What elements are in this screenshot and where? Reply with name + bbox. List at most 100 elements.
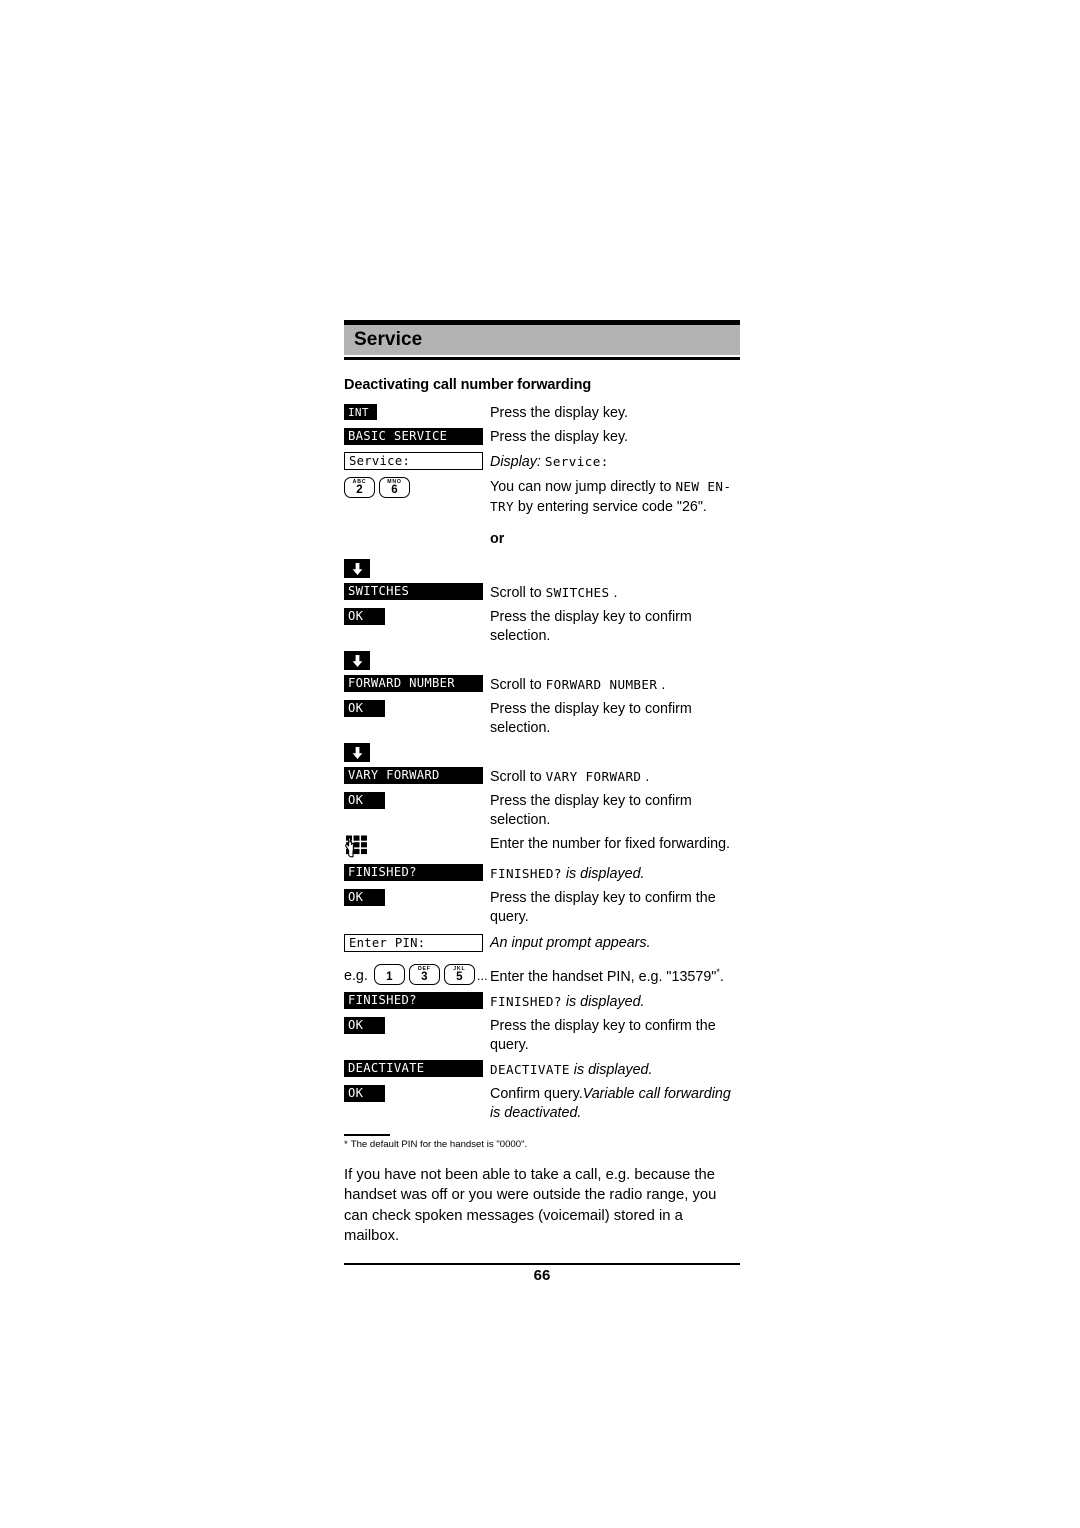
text-is-displayed: is displayed.	[569, 1062, 653, 1078]
step-text: Enter the handset PIN, e.g. "13579"*.	[490, 963, 740, 987]
step-row: INT Press the display key.	[344, 403, 740, 423]
header-band: Service	[344, 325, 740, 355]
step-key-cell	[344, 558, 490, 578]
key-3[interactable]: DEF 3	[408, 964, 440, 985]
step-text: Press the display key to confirm the que…	[490, 890, 716, 925]
display-key-ok[interactable]: OK	[344, 1085, 385, 1102]
display-key-int[interactable]: INT	[344, 404, 377, 420]
step-row-or: or	[344, 521, 740, 558]
down-arrow-icon[interactable]	[344, 559, 370, 578]
step-row: e.g. 1 DEF 3 JKL 5 ... Enter the handset…	[344, 963, 740, 987]
step-text: Press the display key.	[490, 429, 628, 445]
step-key-cell: OK	[344, 888, 490, 906]
key-1[interactable]: 1	[373, 964, 405, 985]
text-prefix: Scroll to	[490, 769, 546, 785]
key-6[interactable]: MNO 6	[379, 477, 410, 498]
display-key-ok[interactable]: OK	[344, 889, 385, 906]
display-bar-finished[interactable]: FINISHED?	[344, 992, 483, 1009]
lcd-switches: SWITCHES	[545, 585, 610, 600]
text-suffix: .	[641, 769, 650, 785]
display-box-enter-pin: Enter PIN:	[344, 934, 483, 952]
step-row: ABC 2 MNO 6 You can now jump directly to…	[344, 476, 740, 517]
step-row: OK Press the display key to confirm the …	[344, 888, 740, 927]
lcd-finished: FINISHED?	[490, 994, 562, 1009]
down-arrow-icon[interactable]	[344, 651, 370, 670]
text-prefix: Scroll to	[490, 677, 546, 693]
step-key-cell: Service:	[344, 451, 490, 470]
step-text: Press the display key to confirm selecti…	[490, 609, 692, 644]
keypad-keys-pin[interactable]: 1 DEF 3 JKL 5	[373, 964, 475, 985]
step-text: Scroll to SWITCHES .	[490, 582, 740, 603]
step-row: OK Confirm query.Variable call forwardin…	[344, 1084, 740, 1123]
lcd-deactivate: DEACTIVATE	[490, 1062, 570, 1077]
step-key-cell: Enter PIN:	[344, 933, 490, 952]
section-heading: Deactivating call number forwarding	[344, 377, 592, 393]
key-digit: 6	[391, 484, 398, 496]
step-key-cell: OK	[344, 1084, 490, 1102]
display-key-ok[interactable]: OK	[344, 792, 385, 809]
step-text-empty	[490, 742, 740, 743]
step-key-cell: BASIC SERVICE	[344, 427, 490, 445]
step-text: Press the display key.	[490, 405, 628, 421]
or-cell: or	[490, 521, 740, 558]
step-text: You can now jump directly to NEW EN- TRY…	[490, 476, 740, 517]
display-bar-finished[interactable]: FINISHED?	[344, 864, 483, 881]
key-digit: 2	[356, 484, 363, 496]
text-suffix: .	[657, 677, 666, 693]
ellipsis: ...	[476, 968, 488, 983]
display-key-ok[interactable]: OK	[344, 608, 385, 625]
down-arrow-icon[interactable]	[344, 743, 370, 762]
step-key-cell: OK	[344, 699, 490, 717]
text-is-displayed: is displayed.	[561, 866, 645, 882]
step-text: Confirm query.Variable call forwarding i…	[490, 1084, 740, 1123]
step-key-cell	[344, 742, 490, 762]
footer-divider	[344, 1262, 740, 1265]
step-row: VARY FORWARD Scroll to VARY FORWARD .	[344, 766, 740, 787]
step-row: FINISHED? FINISHED? is displayed.	[344, 991, 740, 1012]
lcd-finished: FINISHED?	[490, 866, 562, 881]
key-digit: 3	[421, 971, 428, 983]
step-text: An input prompt appears.	[490, 935, 651, 951]
step-key-cell-empty	[344, 521, 490, 522]
display-bar-vary-forward[interactable]: VARY FORWARD	[344, 767, 483, 784]
key-2[interactable]: ABC 2	[344, 477, 375, 498]
header-rule-bottom	[344, 357, 740, 360]
step-text: Press the display key to confirm the que…	[490, 1018, 716, 1053]
key-5[interactable]: JKL 5	[443, 964, 475, 985]
eg-label: e.g.	[344, 968, 368, 984]
display-key-ok[interactable]: OK	[344, 1017, 385, 1034]
step-key-cell: FINISHED?	[344, 991, 490, 1009]
step-text: Press the display key to confirm selecti…	[490, 793, 692, 828]
step-key-cell: FORWARD NUMBER	[344, 674, 490, 692]
keypad-hand-icon[interactable]	[344, 835, 370, 859]
footnote-text: The default PIN for the handset is "0000…	[350, 1138, 528, 1150]
display-value: Service:	[544, 454, 609, 469]
display-bar-basic-service[interactable]: BASIC SERVICE	[344, 428, 483, 445]
step-key-cell: VARY FORWARD	[344, 766, 490, 784]
keypad-keys-service-code[interactable]: ABC 2 MNO 6	[344, 477, 410, 498]
step-key-cell: SWITCHES	[344, 582, 490, 600]
display-box-service: Service:	[344, 452, 483, 470]
step-text: FINISHED? is displayed.	[490, 991, 740, 1012]
step-row: BASIC SERVICE Press the display key.	[344, 427, 740, 447]
step-key-cell	[344, 650, 490, 670]
display-bar-deactivate[interactable]: DEACTIVATE	[344, 1060, 483, 1077]
step-row: Service: Display: Service:	[344, 451, 740, 472]
display-key-ok[interactable]: OK	[344, 700, 385, 717]
step-text: Scroll to VARY FORWARD .	[490, 766, 740, 787]
step-row	[344, 558, 740, 578]
step-key-cell: OK	[344, 791, 490, 809]
step-text: Enter the number for fixed forwarding.	[490, 836, 730, 852]
key-digit: 5	[456, 971, 463, 983]
page-title: Service	[354, 329, 423, 350]
step-key-cell: INT	[344, 403, 490, 420]
step-text: FINISHED? is displayed.	[490, 863, 740, 884]
key-digit: 1	[386, 971, 393, 983]
display-bar-forward-number[interactable]: FORWARD NUMBER	[344, 675, 483, 692]
step-key-cell: FINISHED?	[344, 863, 490, 881]
step-row: OK Press the display key to confirm sele…	[344, 791, 740, 830]
lcd-new-entry-1: NEW EN-	[675, 479, 732, 494]
step-text: Display: Service:	[490, 451, 740, 472]
display-bar-switches[interactable]: SWITCHES	[344, 583, 483, 600]
step-text: Press the display key to confirm selecti…	[490, 701, 692, 736]
